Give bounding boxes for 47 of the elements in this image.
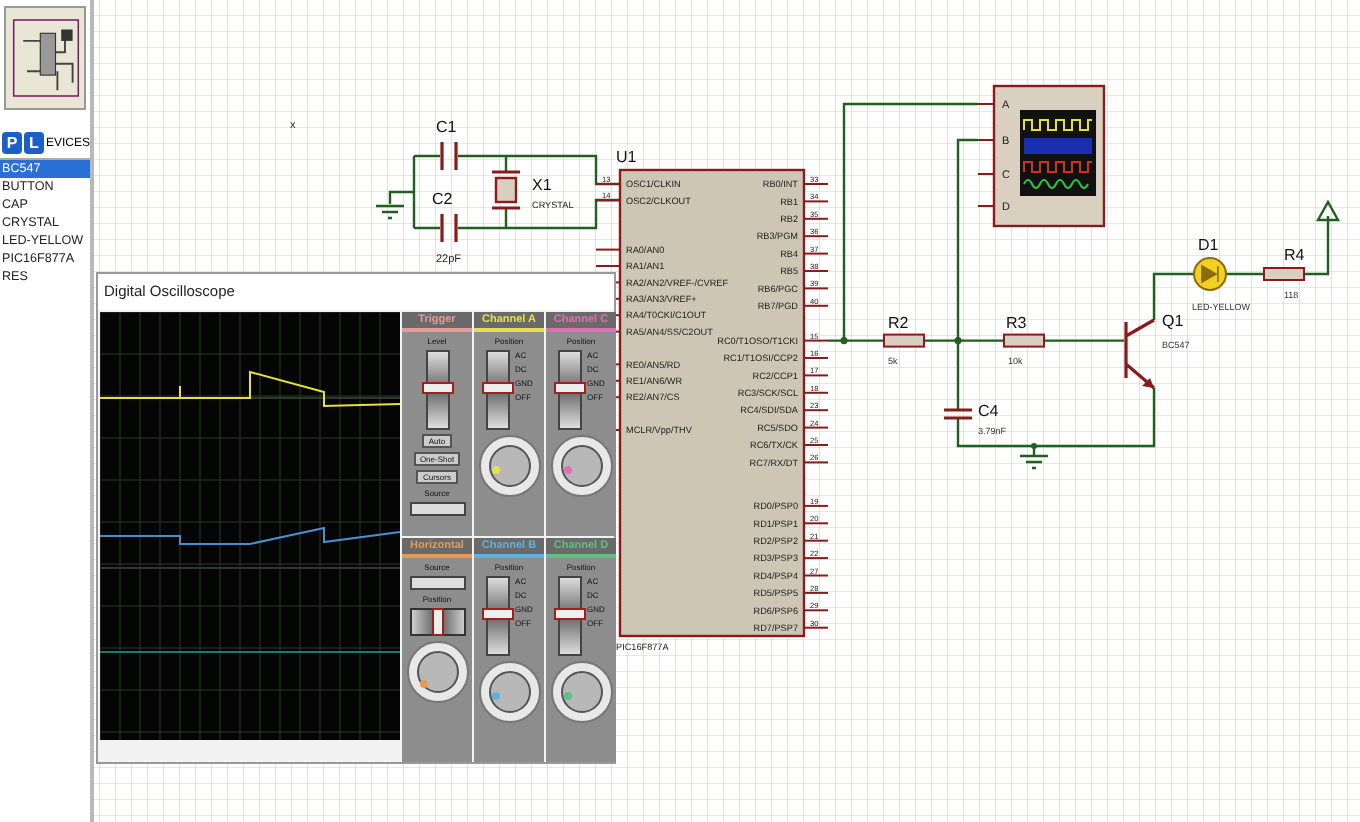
position-slider[interactable] [485,350,510,430]
component-ref: D1 [1198,236,1219,254]
source-selector[interactable] [409,576,465,590]
component-ref: U1 [616,148,637,166]
slider-thumb[interactable] [553,608,586,620]
dial-knob[interactable] [549,660,613,724]
crystal-symbol[interactable] [490,170,522,210]
mode-button[interactable]: P [2,132,22,154]
oscilloscope-symbol[interactable] [992,84,1106,228]
slider-thumb[interactable] [431,608,443,636]
dial-knob[interactable] [477,660,541,724]
transistor-symbol[interactable] [1124,318,1156,390]
component-ref: C2 [432,190,453,208]
position-slider[interactable] [485,576,510,656]
ground-icon [1018,444,1050,470]
component-ref: R2 [888,314,909,332]
position-slider[interactable] [557,576,582,656]
circuit-thumbnail-drawing [7,14,83,102]
dial-knob[interactable] [405,640,469,704]
slider-thumb[interactable] [481,608,514,620]
microcontroller-chip[interactable] [618,168,806,638]
slider-thumb[interactable] [481,382,514,394]
component-ref: X1 [532,176,552,194]
component-ref: R3 [1006,314,1027,332]
component-ref: C1 [436,118,457,136]
component-ref: C4 [978,402,999,420]
source-selector[interactable] [409,502,465,516]
capacitor-symbol[interactable] [942,408,974,420]
component-ref: Q1 [1162,312,1184,330]
resistor-symbol[interactable] [1263,267,1305,281]
overview-preview[interactable] [4,6,86,110]
capacitor-symbol[interactable] [440,212,458,244]
position-slider[interactable] [557,350,582,430]
resistor-symbol[interactable] [883,333,925,348]
component-ref: R4 [1284,246,1305,264]
capacitor-symbol[interactable] [440,140,458,172]
power-terminal-icon [1315,199,1341,222]
dial-knob[interactable] [549,434,613,498]
led-symbol[interactable] [1193,257,1227,291]
ground-icon [374,204,406,220]
dial-knob[interactable] [477,434,541,498]
position-slider[interactable] [409,608,465,636]
mode-button[interactable]: L [23,132,44,154]
slider-thumb[interactable] [421,382,453,394]
resistor-symbol[interactable] [1003,333,1045,348]
level-slider[interactable] [425,350,449,430]
slider-thumb[interactable] [553,382,586,394]
